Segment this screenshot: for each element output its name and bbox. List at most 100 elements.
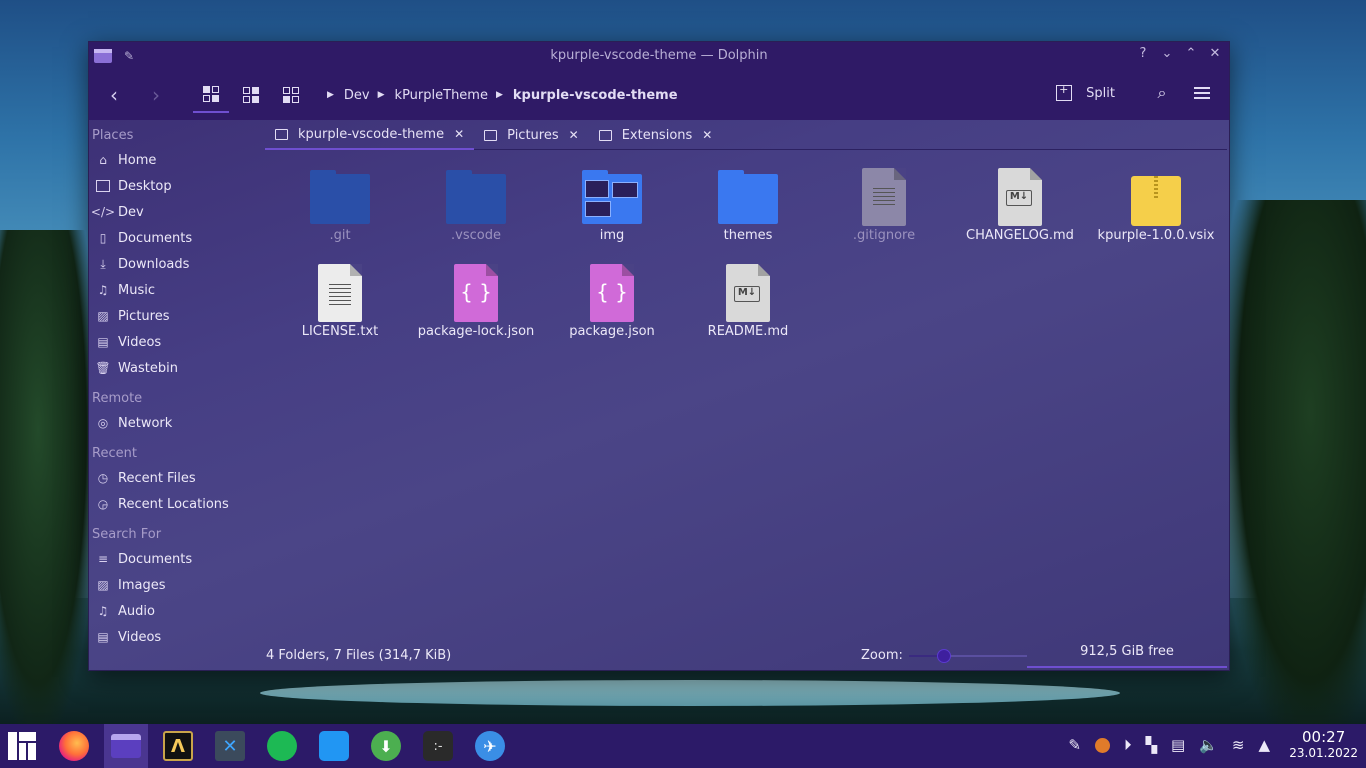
clock-date: 23.01.2022 [1289, 746, 1358, 760]
tab-kpurple-vscode-theme[interactable]: kpurple-vscode-theme ✕ [265, 120, 475, 150]
zoom-slider-handle[interactable] [936, 648, 951, 663]
music-icon: ♫ [97, 604, 109, 618]
taskbar-kate[interactable] [312, 724, 356, 768]
file-item-vscode[interactable]: .vscode [416, 168, 536, 243]
folder-icon [718, 168, 778, 224]
back-button[interactable]: ‹ [99, 80, 129, 110]
file-item-img[interactable]: img [552, 168, 672, 243]
breadcrumb-separator[interactable]: ▶ [496, 90, 503, 100]
dolphin-window: ✎ kpurple-vscode-theme — Dolphin ? ⌄ ⌃ ✕… [88, 41, 1230, 671]
record-icon[interactable] [1094, 737, 1110, 753]
wifi-icon[interactable]: ≋ [1232, 736, 1245, 754]
download-icon: ⬇ [371, 731, 401, 761]
file-label: package.json [569, 324, 655, 339]
breadcrumb-item-kpurpletheme[interactable]: kPurpleTheme [395, 88, 488, 103]
place-network[interactable]: ◎ Network [89, 410, 261, 436]
file-label: themes [723, 228, 773, 243]
taskbar-inkscape[interactable]: Λ [156, 724, 200, 768]
zoom-label: Zoom: [861, 648, 903, 663]
breadcrumb-item-dev[interactable]: Dev [344, 88, 370, 103]
details-view-button[interactable] [273, 77, 309, 113]
zoom-slider[interactable] [908, 648, 1027, 663]
file-label: kpurple-1.0.0.vsix [1097, 228, 1215, 243]
zoom-control: Zoom: [861, 648, 1027, 663]
breadcrumb: ▶ Dev ▶ kPurpleTheme ▶ kpurple-vscode-th… [319, 88, 678, 103]
recent-files-icon: ◷ [97, 471, 109, 485]
place-desktop[interactable]: Desktop [89, 173, 261, 199]
color-picker-icon[interactable]: ✎ [1068, 736, 1081, 754]
search-videos[interactable]: ▤ Videos [89, 624, 261, 650]
window-title: kpurple-vscode-theme — Dolphin [550, 48, 768, 63]
file-label: img [599, 228, 625, 243]
tree-view-icon [283, 87, 299, 103]
file-item-themes[interactable]: themes [688, 168, 808, 243]
place-label: Dev [118, 204, 144, 220]
forward-button[interactable]: › [141, 80, 171, 110]
search-images[interactable]: ▨ Images [89, 572, 261, 598]
tab-pictures[interactable]: Pictures ✕ [474, 120, 589, 150]
breadcrumb-separator[interactable]: ▶ [378, 90, 385, 100]
desktop-icon [95, 178, 111, 194]
taskbar-firefox[interactable] [52, 724, 96, 768]
close-icon[interactable]: ✕ [1207, 46, 1223, 61]
breadcrumb-item-current[interactable]: kpurple-vscode-theme [513, 88, 678, 103]
compact-view-button[interactable] [233, 77, 269, 113]
place-wastebin[interactable]: 🗑 Wastebin [89, 355, 261, 381]
menu-button[interactable] [1189, 80, 1215, 106]
help-icon[interactable]: ? [1135, 46, 1151, 61]
place-recent-files[interactable]: ◷ Recent Files [89, 465, 261, 491]
digital-clock[interactable]: 00:27 23.01.2022 [1289, 728, 1358, 760]
breadcrumb-root-arrow[interactable]: ▶ [327, 90, 334, 100]
volume-icon[interactable]: 🔈 [1199, 736, 1218, 754]
place-pictures[interactable]: ▨ Pictures [89, 303, 261, 329]
file-item-git[interactable]: .git [280, 168, 400, 243]
file-item-changelog[interactable]: M↓ CHANGELOG.md [960, 168, 1080, 243]
title-bar[interactable]: ✎ kpurple-vscode-theme — Dolphin ? ⌄ ⌃ ✕ [89, 42, 1229, 70]
place-music[interactable]: ♫ Music [89, 277, 261, 303]
place-documents[interactable]: ▯ Documents [89, 225, 261, 251]
split-button[interactable]: Split [1086, 86, 1115, 101]
file-item-vsix[interactable]: kpurple-1.0.0.vsix [1096, 168, 1216, 243]
wallpaper-trees-right [1226, 200, 1366, 730]
close-tab-icon[interactable]: ✕ [569, 128, 579, 142]
search-documents[interactable]: ≡ Documents [89, 546, 261, 572]
icons-view-button[interactable] [193, 77, 229, 113]
place-videos[interactable]: ▤ Videos [89, 329, 261, 355]
file-item-gitignore[interactable]: .gitignore [824, 168, 944, 243]
file-item-package[interactable]: { } package.json [552, 264, 672, 339]
close-tab-icon[interactable]: ✕ [702, 128, 712, 142]
free-space-indicator[interactable]: 912,5 GiB free [1027, 642, 1227, 668]
images-icon: ▨ [97, 578, 109, 592]
file-item-package-lock[interactable]: { } package-lock.json [416, 264, 536, 339]
media-play-icon[interactable]: ⏵ [1124, 736, 1132, 754]
file-item-license[interactable]: LICENSE.txt [280, 264, 400, 339]
taskbar-dolphin[interactable] [104, 724, 148, 768]
taskbar-terminal[interactable]: :- [416, 724, 460, 768]
taskbar-browser[interactable]: ✈ [468, 724, 512, 768]
tab-extensions[interactable]: Extensions ✕ [589, 120, 723, 150]
search-icon[interactable]: ⌕ [1149, 80, 1175, 106]
close-tab-icon[interactable]: ✕ [454, 127, 464, 141]
kate-icon [319, 731, 349, 761]
maximize-icon[interactable]: ⌃ [1183, 46, 1199, 61]
minimize-icon[interactable]: ⌄ [1159, 46, 1175, 61]
video-icon: ▤ [97, 335, 109, 349]
place-recent-locations[interactable]: ◶ Recent Locations [89, 491, 261, 517]
file-item-readme[interactable]: M↓ README.md [688, 264, 808, 339]
place-label: Wastebin [118, 360, 178, 376]
place-downloads[interactable]: ⤓ Downloads [89, 251, 261, 277]
clipboard-icon[interactable]: ▤ [1171, 736, 1185, 754]
taskbar-vscode[interactable]: ✕ [208, 724, 252, 768]
taskbar-spotify[interactable] [260, 724, 304, 768]
place-dev[interactable]: </> Dev [89, 199, 261, 225]
search-audio[interactable]: ♫ Audio [89, 598, 261, 624]
tray-expand-icon[interactable]: ▲ [1258, 736, 1270, 754]
split-icon[interactable] [1056, 83, 1073, 101]
json-file-icon: { } [446, 264, 506, 322]
file-label: LICENSE.txt [301, 324, 379, 339]
place-home[interactable]: ⌂ Home [89, 147, 261, 173]
taskbar-downloader[interactable]: ⬇ [364, 724, 408, 768]
activities-icon[interactable]: ▚ [1145, 736, 1157, 754]
application-menu-button[interactable] [0, 724, 44, 768]
grid-icon [203, 86, 219, 102]
